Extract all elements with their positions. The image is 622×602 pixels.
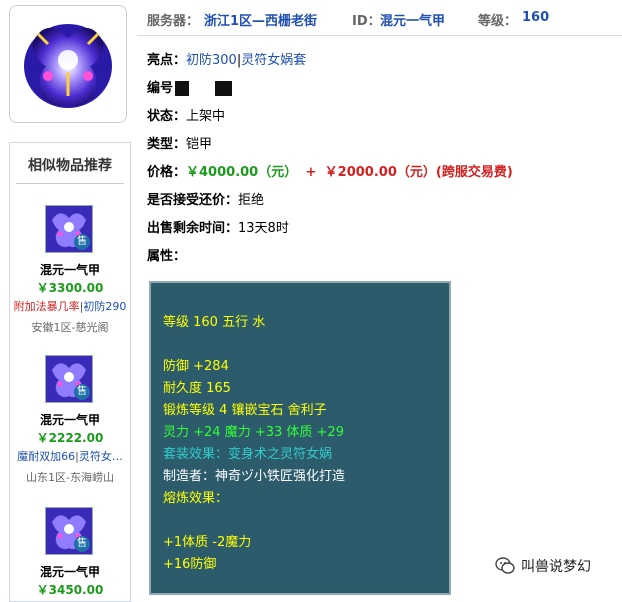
number-label: 编号 (147, 81, 174, 96)
remaining-time-row: 出售剩余时间：13天8时 (147, 217, 289, 236)
similar-item-name[interactable]: 混元一气甲 (10, 261, 130, 278)
tag-text: 附加法暴几率 (13, 300, 80, 313)
attributes-row: 属性： (147, 245, 186, 264)
attr-set-effect: 套装效果：变身术之灵符女娲 (163, 447, 333, 462)
counter-offer-row: 是否接受还价：拒绝 (147, 189, 264, 208)
item-image (9, 5, 127, 123)
highlight-row: 亮点：初防300|灵符女娲套 (147, 49, 306, 68)
similar-item-tags: 魔耐双加66|灵符女… (10, 448, 130, 464)
attr-smelt-defense: +16防御 (163, 557, 217, 572)
similar-item-price: ￥2222.00 (36, 431, 104, 445)
watermark: 叫兽说梦幻 (495, 556, 591, 576)
type-row: 类型：铠甲 (147, 133, 212, 152)
divider (16, 183, 124, 184)
highlight-tag[interactable]: 灵符女娲套 (241, 53, 306, 68)
counter-offer-value: 拒绝 (238, 193, 265, 208)
attr-bonus-stats: 灵力 +24 魔力 +33 体质 +29 (163, 425, 344, 440)
level-value: 160 (522, 10, 550, 25)
cross-server-fee: ￥2000.00（元）(跨服交易费) (324, 165, 513, 180)
similar-item-name[interactable]: 混元一气甲 (10, 411, 130, 428)
attr-level-element: 等级 160 五行 水 (163, 315, 266, 330)
id-value: 混元一气甲 (380, 14, 446, 29)
similar-item-price: ￥3450.00 (36, 583, 104, 597)
similar-item-server: 山东1区-东海崂山 (26, 471, 114, 484)
item-header: 服务器： 浙江1区—西栅老街 ID： 混元一气甲 等级： 160 (137, 0, 622, 36)
type-value: 铠甲 (186, 137, 213, 152)
server-label: 服务器： (147, 14, 200, 29)
similar-item[interactable]: 售 混元一气甲 ￥3450.00 (10, 507, 130, 597)
armor-icon (24, 24, 112, 108)
sell-badge: 售 (74, 536, 90, 552)
highlight-label: 亮点： (147, 53, 187, 68)
price-plus: + (305, 165, 317, 180)
attributes-label: 属性： (147, 249, 187, 264)
similar-item-thumbnail[interactable]: 售 (45, 355, 93, 403)
server-value: 浙江1区—西栅老街 (204, 14, 318, 29)
attr-smelt-label: 熔炼效果： (163, 491, 229, 506)
tag-text: 灵符女… (78, 450, 123, 463)
watermark-text: 叫兽说梦幻 (521, 559, 591, 575)
remaining-time-label: 出售剩余时间： (147, 221, 239, 236)
wechat-icon (495, 557, 515, 574)
price-row: 价格：￥4000.00（元） + ￥2000.00（元）(跨服交易费) (147, 161, 513, 180)
number-row: 编号 (147, 77, 233, 96)
similar-item-server: 安徽1区-慈光阁 (31, 321, 109, 334)
attr-maker: 制造者：神奇ヅ小铁匠强化打造 (163, 469, 346, 484)
type-label: 类型： (147, 137, 187, 152)
status-value: 上架中 (186, 109, 226, 124)
status-row: 状态：上架中 (147, 105, 225, 124)
id-label: ID： (352, 14, 381, 29)
attr-defense: 防御 +284 (163, 359, 229, 374)
remaining-time-value: 13天8时 (238, 221, 289, 236)
status-label: 状态： (147, 109, 187, 124)
similar-item-price: ￥3300.00 (36, 281, 104, 295)
redacted-block (215, 81, 233, 96)
similar-item[interactable]: 售 混元一气甲 ￥2222.00 魔耐双加66|灵符女… 山东1区-东海崂山 (10, 355, 130, 485)
tag-text: 初防290 (83, 300, 127, 313)
sell-badge: 售 (74, 234, 90, 250)
similar-item[interactable]: 售 混元一气甲 ￥3300.00 附加法暴几率|初防290 安徽1区-慈光阁 (10, 205, 130, 335)
level-label: 等级： (478, 14, 518, 29)
similar-item-thumbnail[interactable]: 售 (45, 205, 93, 253)
sell-badge: 售 (74, 384, 90, 400)
price-label: 价格： (147, 165, 187, 180)
attr-smelt-stats: +1体质 -2魔力 (163, 535, 252, 550)
highlight-tag[interactable]: 初防300 (186, 53, 237, 68)
similar-item-tags: 附加法暴几率|初防290 (10, 298, 130, 314)
redacted-block (175, 81, 190, 96)
attr-durability: 耐久度 165 (163, 381, 231, 396)
similar-item-thumbnail[interactable]: 售 (45, 507, 93, 555)
tag-text: 魔耐双加66 (17, 450, 76, 463)
similar-items-panel: 相似物品推荐 售 混元一气甲 ￥3300.00 附加法暴几率|初防290 安徽1… (9, 142, 131, 602)
price-value: ￥4000.00（元） (186, 165, 298, 180)
attributes-panel: 等级 160 五行 水 防御 +284 耐久度 165 锻炼等级 4 镶嵌宝石 … (149, 281, 451, 595)
attr-forge-gem: 锻炼等级 4 镶嵌宝石 舍利子 (163, 403, 327, 418)
similar-items-title: 相似物品推荐 (28, 158, 112, 174)
similar-item-name[interactable]: 混元一气甲 (10, 563, 130, 580)
counter-offer-label: 是否接受还价： (147, 193, 239, 208)
